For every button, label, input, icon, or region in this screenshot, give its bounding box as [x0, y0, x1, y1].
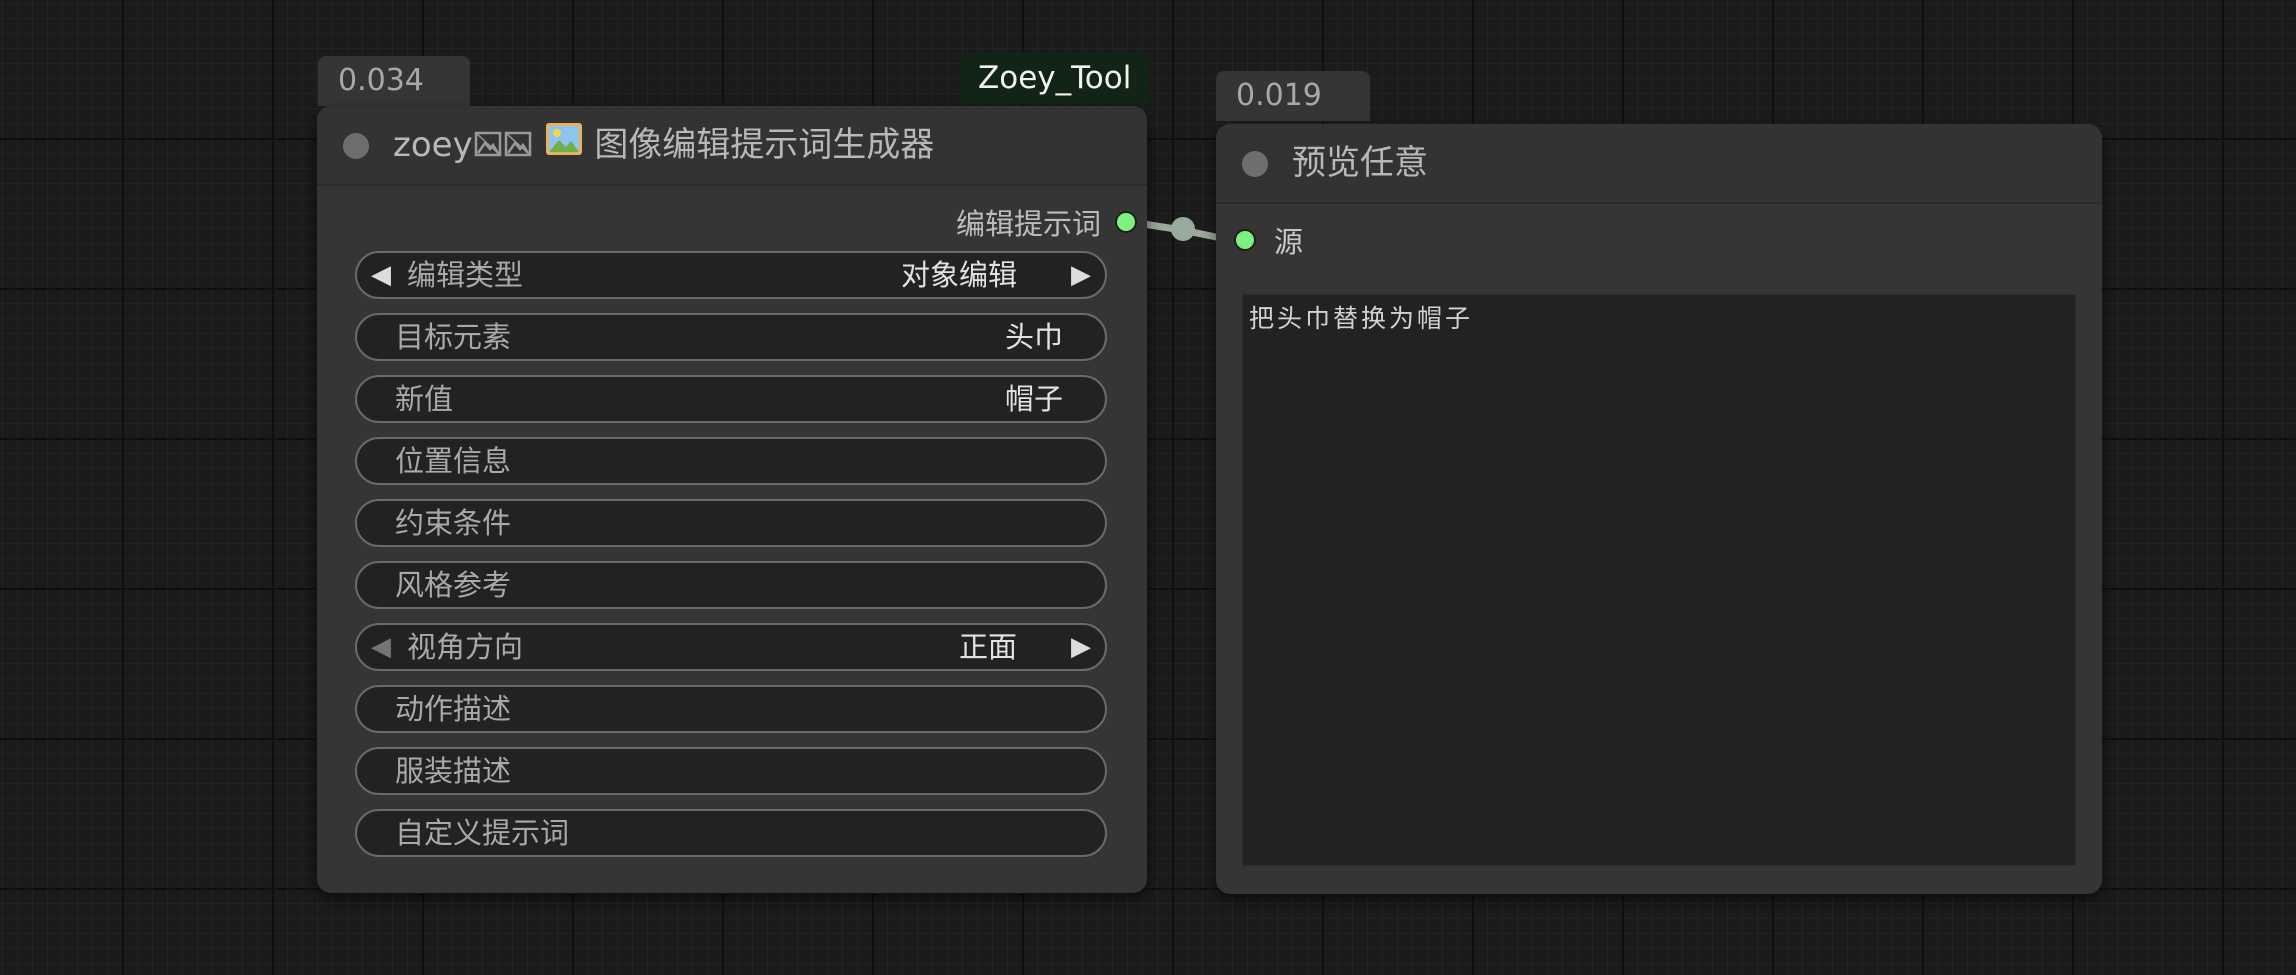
group-label[interactable]: Zoey_Tool [960, 52, 1150, 104]
widget-label: 约束条件 [395, 506, 512, 540]
widget-value: 帽子 [1004, 382, 1063, 416]
widget-label: 自定义提示词 [395, 816, 570, 850]
arrow-left-icon[interactable]: ◀ [371, 625, 391, 669]
field-constraints[interactable]: 约束条件 [355, 499, 1107, 547]
field-target-element[interactable]: 目标元素 头巾 [355, 313, 1107, 361]
widget-label: 编辑类型 [407, 258, 524, 292]
field-custom-prompt[interactable]: 自定义提示词 [355, 809, 1107, 857]
input-label: 源 [1274, 225, 1304, 259]
output-slot[interactable]: 编辑提示词 [956, 202, 1137, 242]
widget-value: 正面 [958, 630, 1017, 664]
preview-any-node[interactable]: 预览任意 源 把头巾替换为帽子 [1216, 124, 2102, 894]
status-dot-icon[interactable] [1242, 151, 1268, 177]
field-new-value[interactable]: 新值 帽子 [355, 375, 1107, 423]
widget-label: 风格参考 [395, 568, 512, 602]
node-title: zoey 图像编辑提示词生成器 [393, 106, 934, 186]
node-title-bar[interactable]: zoey 图像编辑提示词生成器 [317, 106, 1147, 186]
widget-label: 视角方向 [407, 630, 524, 664]
widget-value: 头巾 [1004, 320, 1063, 354]
arrow-right-icon[interactable]: ▶ [1071, 625, 1091, 669]
title-text: 图像编辑提示词生成器 [594, 125, 935, 165]
field-position-info[interactable]: 位置信息 [355, 437, 1107, 485]
field-clothing-description[interactable]: 服装描述 [355, 747, 1107, 795]
right-node-exec-time: 0.019秒 [1216, 71, 1370, 163]
arrow-left-icon[interactable]: ◀ [371, 253, 391, 297]
widget-label: 新值 [395, 382, 454, 416]
node-title: 预览任意 [1292, 143, 1428, 183]
widget-label: 服装描述 [395, 754, 512, 788]
output-label: 编辑提示词 [955, 207, 1101, 241]
widget-value: 对象编辑 [900, 258, 1017, 292]
widget-label: 位置信息 [395, 444, 512, 478]
arrow-right-icon[interactable]: ▶ [1071, 253, 1091, 297]
field-action-description[interactable]: 动作描述 [355, 685, 1107, 733]
node-title-bar[interactable]: 预览任意 [1216, 124, 2102, 204]
broken-image-icon [504, 108, 532, 186]
broken-image-icon [474, 108, 502, 186]
link-midpoint-icon [1171, 217, 1195, 241]
input-connector[interactable] [1234, 229, 1256, 251]
combo-view-direction[interactable]: ◀ 视角方向 正面 ▶ [355, 623, 1107, 671]
widget-label: 动作描述 [395, 692, 512, 726]
status-dot-icon[interactable] [343, 133, 369, 159]
preview-text-area[interactable]: 把头巾替换为帽子 [1242, 294, 2076, 866]
widget-label: 目标元素 [395, 320, 512, 354]
combo-edit-type[interactable]: ◀ 编辑类型 对象编辑 ▶ [355, 251, 1107, 299]
left-node-exec-time: 0.034秒 [318, 56, 470, 148]
input-slot[interactable]: 源 [1234, 220, 1303, 260]
output-connector[interactable] [1115, 211, 1137, 233]
field-style-reference[interactable]: 风格参考 [355, 561, 1107, 609]
title-prefix: zoey [393, 125, 473, 165]
picture-icon [545, 108, 583, 186]
prompt-generator-node[interactable]: zoey 图像编辑提示词生成器 编辑提示词 ◀ 编辑类型 对象编辑 ▶ 目标元素… [317, 106, 1147, 893]
